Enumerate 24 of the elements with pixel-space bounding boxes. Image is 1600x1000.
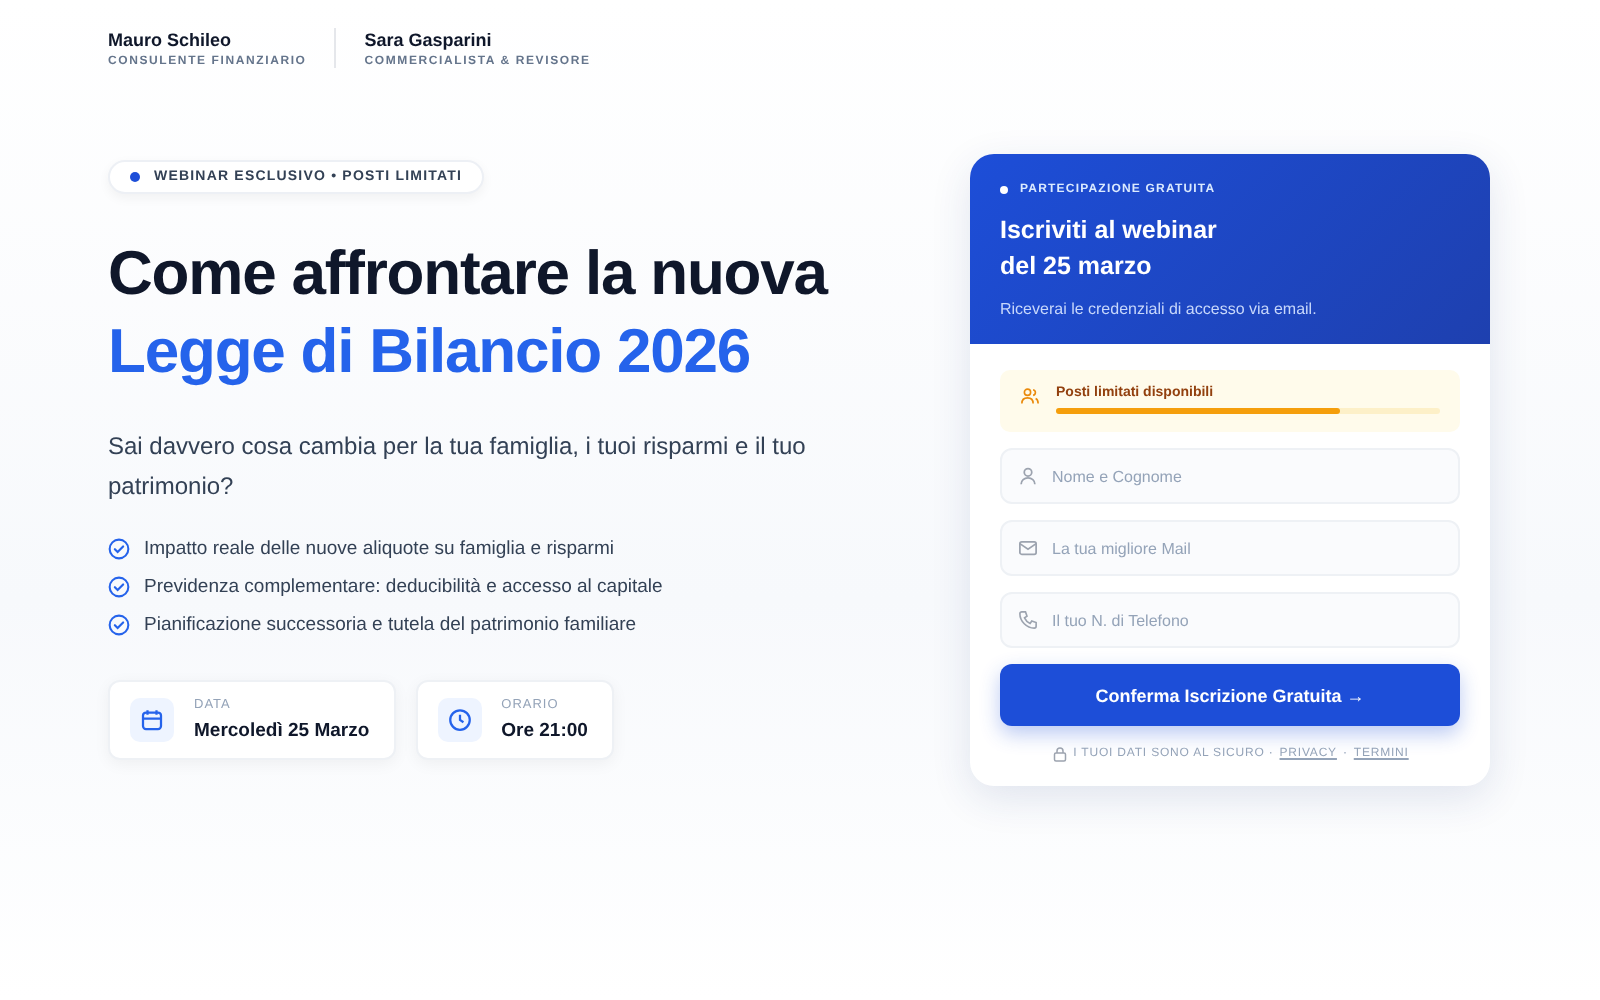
subtitle: Sai davvero cosa cambia per la tua famiglia, i tuoi risparmi e il tuo patrimonio? xyxy=(108,430,808,504)
benefit-text: Pianificazione successoria e tutela del patrimonio familiare xyxy=(144,614,637,636)
form-note: Riceverai le credenziali di accesso via email. xyxy=(1000,300,1319,318)
check-circle-icon xyxy=(108,576,130,598)
form-title: Iscriviti al webinar xyxy=(1000,214,1219,248)
calendar-icon xyxy=(140,708,164,732)
info-value: Mercoledì 25 Marzo xyxy=(194,720,370,742)
input-field[interactable]: Nome e Cognome xyxy=(1000,448,1460,504)
input-field[interactable]: La tua migliore Mail xyxy=(1000,520,1460,576)
headline: Come affrontare la nuova xyxy=(108,236,827,312)
host-name: Sara Gasparini xyxy=(364,29,494,49)
info-value: Ore 21:00 xyxy=(501,720,588,742)
benefit-text: Previdenza complementare: deducibilità e accesso al capitale xyxy=(144,576,663,598)
benefit-text: Impatto reale delle nuove aliquote su famiglia e risparmi xyxy=(144,538,614,560)
host-name: Mauro Schileo xyxy=(108,29,234,49)
headline-highlight: Legge di Bilancio 2026 xyxy=(108,314,753,390)
clock-icon xyxy=(447,708,472,732)
input-field[interactable]: Il tuo N. di Telefono xyxy=(1000,592,1460,648)
lock-icon xyxy=(1051,746,1068,762)
people-icon xyxy=(1020,386,1040,406)
submit-button[interactable]: Conferma Iscrizione Gratuita → xyxy=(1000,664,1460,726)
check-circle-icon xyxy=(108,614,130,636)
form-title: del 25 marzo xyxy=(1000,250,1154,284)
check-circle-icon xyxy=(108,538,130,560)
